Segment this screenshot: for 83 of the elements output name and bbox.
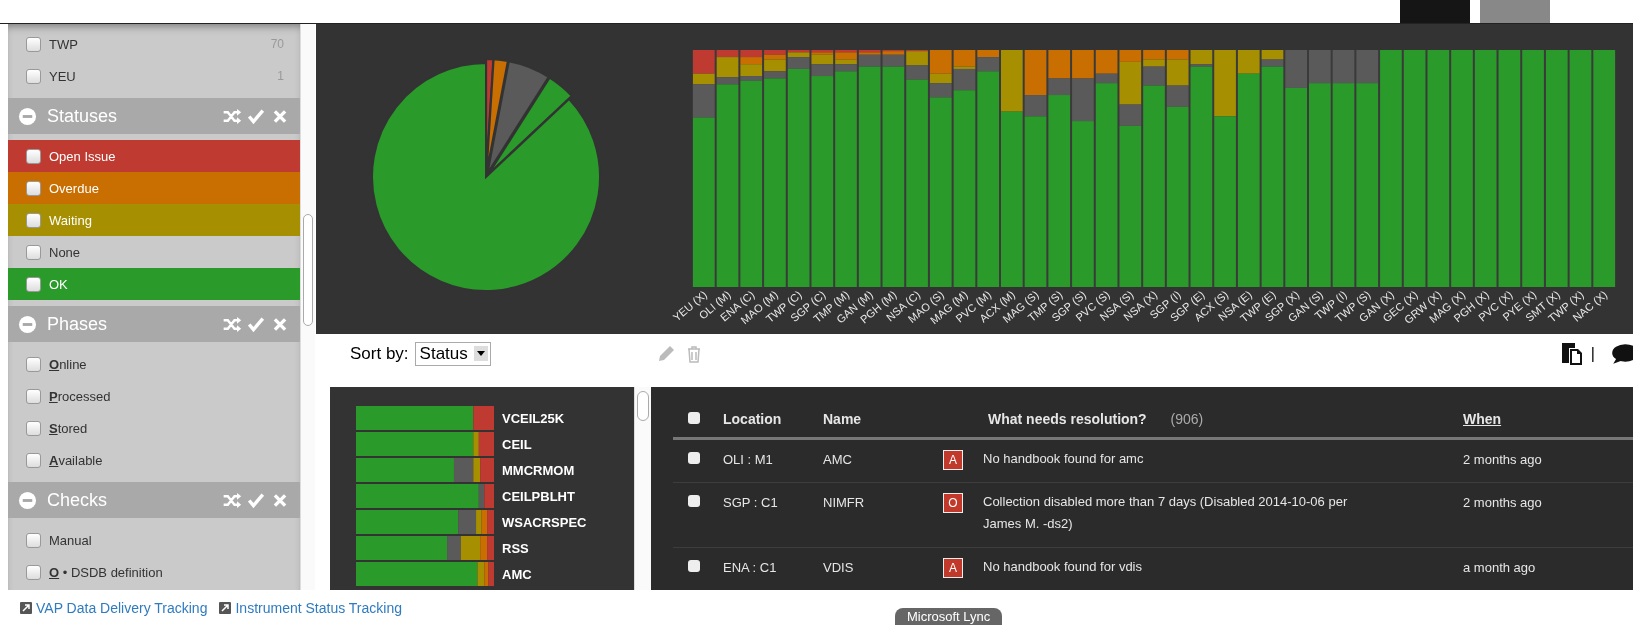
column-header[interactable]: Location <box>723 411 782 427</box>
checkbox[interactable] <box>26 276 41 292</box>
caret-icon <box>476 351 485 356</box>
checkbox[interactable] <box>26 148 41 164</box>
checkbox[interactable] <box>26 420 41 436</box>
sort-label: Sort by: <box>350 343 409 364</box>
shuffle-icon[interactable] <box>222 491 242 509</box>
check-icon[interactable] <box>246 107 266 125</box>
checkbox[interactable] <box>26 564 41 580</box>
checkbox[interactable] <box>26 68 41 84</box>
check-icon[interactable] <box>246 491 266 509</box>
instrument-label[interactable]: RSS <box>502 540 529 556</box>
collapse-icon[interactable] <box>18 106 37 126</box>
instrument-label[interactable]: CEILPBLHT <box>502 488 575 504</box>
filter-label: OK <box>49 276 68 292</box>
sort-dropdown[interactable]: Status <box>414 341 491 366</box>
table-cell-text: Collection disabled more than 7 days (Disabled 2014-10-06 per James M. -ds2) <box>983 493 1349 533</box>
external-link-icon <box>20 601 32 614</box>
separator: | <box>1590 344 1595 363</box>
instrument-label[interactable]: MMCRMOM <box>502 462 575 478</box>
filter-label: Processed <box>49 388 111 404</box>
collapse-icon[interactable] <box>18 314 37 334</box>
filter-label: TWP <box>49 36 78 52</box>
group-title: Statuses <box>47 105 118 127</box>
table-cell-text: No handbook found for amc <box>983 450 1145 468</box>
table-cell-text: ENA : C1 <box>723 560 778 575</box>
filter-label: None <box>49 244 81 260</box>
copy-icon[interactable] <box>1560 341 1583 366</box>
column-header[interactable]: What needs resolution? <box>988 411 1147 427</box>
instrument-label[interactable]: VCEIL25K <box>502 410 565 426</box>
table-cell-text: SGP : C1 <box>723 495 779 510</box>
checkbox[interactable] <box>26 244 41 260</box>
checkbox[interactable] <box>26 452 41 468</box>
shuffle-icon[interactable] <box>222 315 242 333</box>
external-link-icon <box>219 601 232 614</box>
instrument-label[interactable]: WSACRSPEC <box>502 514 587 530</box>
column-header[interactable]: Name <box>823 411 862 427</box>
table-cell-text: AMC <box>823 452 853 467</box>
column-header[interactable]: When <box>1463 411 1502 427</box>
status-row[interactable]: Overdue <box>8 172 300 204</box>
taskbar-label[interactable]: Microsoft Lync <box>895 608 1003 625</box>
checkbox[interactable] <box>688 452 700 464</box>
filter-label: O • DSDB definition <box>49 564 163 580</box>
checkbox[interactable] <box>688 495 700 507</box>
filter-label: Waiting <box>49 212 92 228</box>
filter-label: Available <box>49 452 103 468</box>
filter-label: Manual <box>49 532 92 548</box>
filter-label: Online <box>49 356 87 372</box>
table-cell-text: NIMFR <box>823 495 866 510</box>
table-cell-text: No handbook found for vdis <box>983 558 1143 576</box>
instrument-label[interactable]: CEIL <box>502 436 532 452</box>
status-badge: A <box>943 450 963 470</box>
checkbox[interactable] <box>26 532 41 548</box>
filter-label: Overdue <box>49 180 99 196</box>
group-title: Checks <box>47 489 108 511</box>
group-title: Phases <box>47 313 108 335</box>
checkbox[interactable] <box>26 212 41 228</box>
status-row[interactable]: Open Issue <box>8 140 300 172</box>
shuffle-icon[interactable] <box>222 107 242 125</box>
table-cell-text: 2 months ago <box>1462 452 1543 467</box>
table-cell-text: OLI : M1 <box>723 452 774 467</box>
table-cell-text: a month ago <box>1462 560 1537 575</box>
checkbox[interactable] <box>688 412 700 424</box>
scrollbar[interactable] <box>634 387 651 590</box>
checkbox[interactable] <box>26 180 41 196</box>
checkbox[interactable] <box>688 560 700 572</box>
instrument-label[interactable]: AMC <box>502 566 532 582</box>
speech-bubble-icon[interactable] <box>1611 341 1633 366</box>
check-icon[interactable] <box>246 315 266 333</box>
collapse-icon[interactable] <box>18 490 37 510</box>
filter-label: Stored <box>49 420 88 436</box>
checkbox[interactable] <box>26 36 41 52</box>
table-cell-text: 2 months ago <box>1462 495 1543 510</box>
issue-count: (906) <box>1169 411 1204 427</box>
status-badge: A <box>943 558 963 578</box>
checkbox[interactable] <box>26 356 41 372</box>
filter-label: Open Issue <box>49 148 116 164</box>
checkbox[interactable] <box>26 388 41 404</box>
scrollbar[interactable] <box>300 24 315 590</box>
table-cell-text: VDIS <box>823 560 855 575</box>
status-row[interactable]: OK <box>8 268 300 300</box>
filter-label: YEU <box>49 68 76 84</box>
status-badge: O <box>943 493 963 513</box>
